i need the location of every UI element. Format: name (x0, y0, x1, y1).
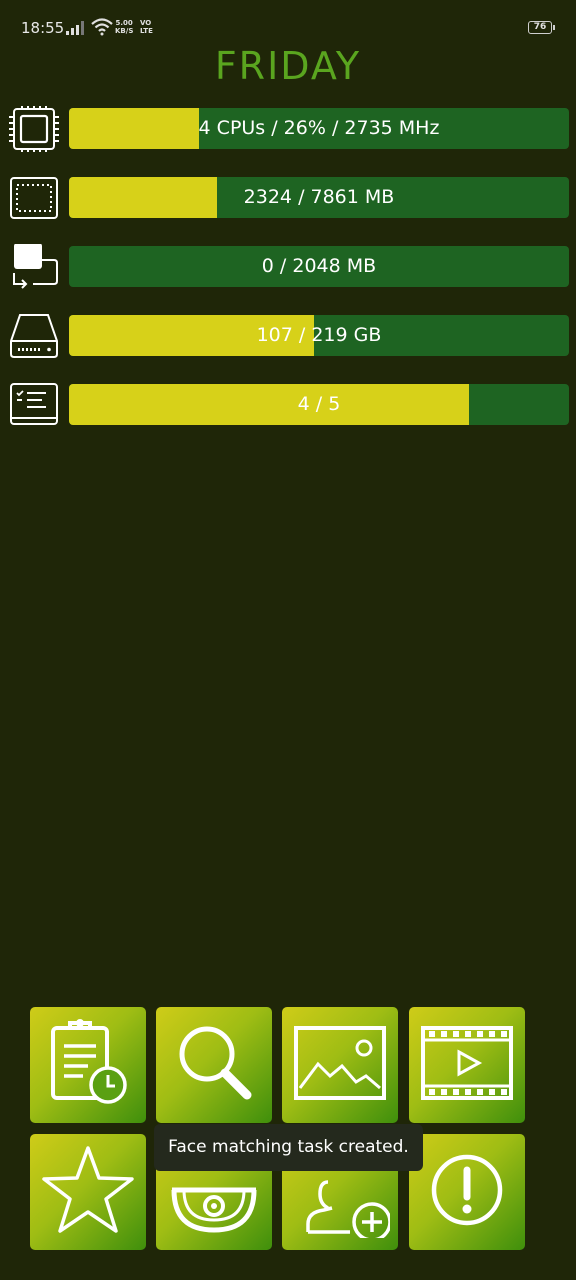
swap-usage-bar: 0 / 2048 MB (69, 246, 569, 287)
cpu-usage-label: 4 CPUs / 26% / 2735 MHz (198, 117, 440, 139)
memory-usage-label: 2324 / 7861 MB (243, 186, 395, 208)
battery-icon: 76 (528, 21, 555, 34)
toast-message: Face matching task created. (154, 1124, 423, 1171)
star-icon (40, 1142, 136, 1242)
memory-usage-bar: 2324 / 7861 MB (69, 177, 569, 218)
tasks-usage-label: 4 / 5 (297, 393, 341, 415)
net-speed-value: 5.00 (115, 19, 133, 27)
storage-icon (8, 313, 62, 359)
status-time: 18:55 (21, 19, 65, 37)
stat-row-swap: 0 / 2048 MB (0, 243, 576, 290)
storage-usage-bar: 107 / 219 GB (69, 315, 569, 356)
stat-row-memory: 2324 / 7861 MB (0, 175, 576, 221)
volte-top: VO (140, 19, 152, 27)
cpu-usage-bar: 4 CPUs / 26% / 2735 MHz (69, 108, 569, 149)
net-speed-unit: KB/S (115, 27, 134, 35)
stat-row-tasks: 4 / 5 (0, 382, 576, 428)
page-title: FRIDAY (214, 44, 362, 88)
stat-row-storage: 107 / 219 GB (0, 313, 576, 359)
battery-level: 76 (533, 22, 547, 32)
volte-bottom: LTE (140, 27, 153, 35)
task-history-button[interactable] (30, 1007, 146, 1123)
alert-icon (422, 1145, 512, 1239)
swap-icon (8, 243, 62, 290)
cpu-icon (8, 104, 62, 153)
signal-icon (66, 20, 86, 39)
tasks-usage-bar: 4 / 5 (69, 384, 569, 425)
image-button[interactable] (282, 1007, 398, 1123)
image-icon (290, 1018, 390, 1112)
stat-row-cpu: 4 CPUs / 26% / 2735 MHz (0, 104, 576, 153)
alert-button[interactable] (409, 1134, 525, 1250)
net-speed: 5.00 KB/S (115, 19, 133, 35)
task-history-icon (43, 1018, 133, 1112)
swap-usage-label: 0 / 2048 MB (261, 255, 377, 277)
search-icon (169, 1018, 259, 1112)
tasks-icon (8, 382, 62, 428)
memory-icon (8, 175, 62, 221)
video-button[interactable] (409, 1007, 525, 1123)
favorites-button[interactable] (30, 1134, 146, 1250)
storage-usage-label: 107 / 219 GB (256, 324, 382, 346)
video-icon (417, 1018, 517, 1112)
volte-indicator: VO LTE (140, 19, 153, 35)
search-button[interactable] (156, 1007, 272, 1123)
wifi-icon (91, 18, 113, 40)
